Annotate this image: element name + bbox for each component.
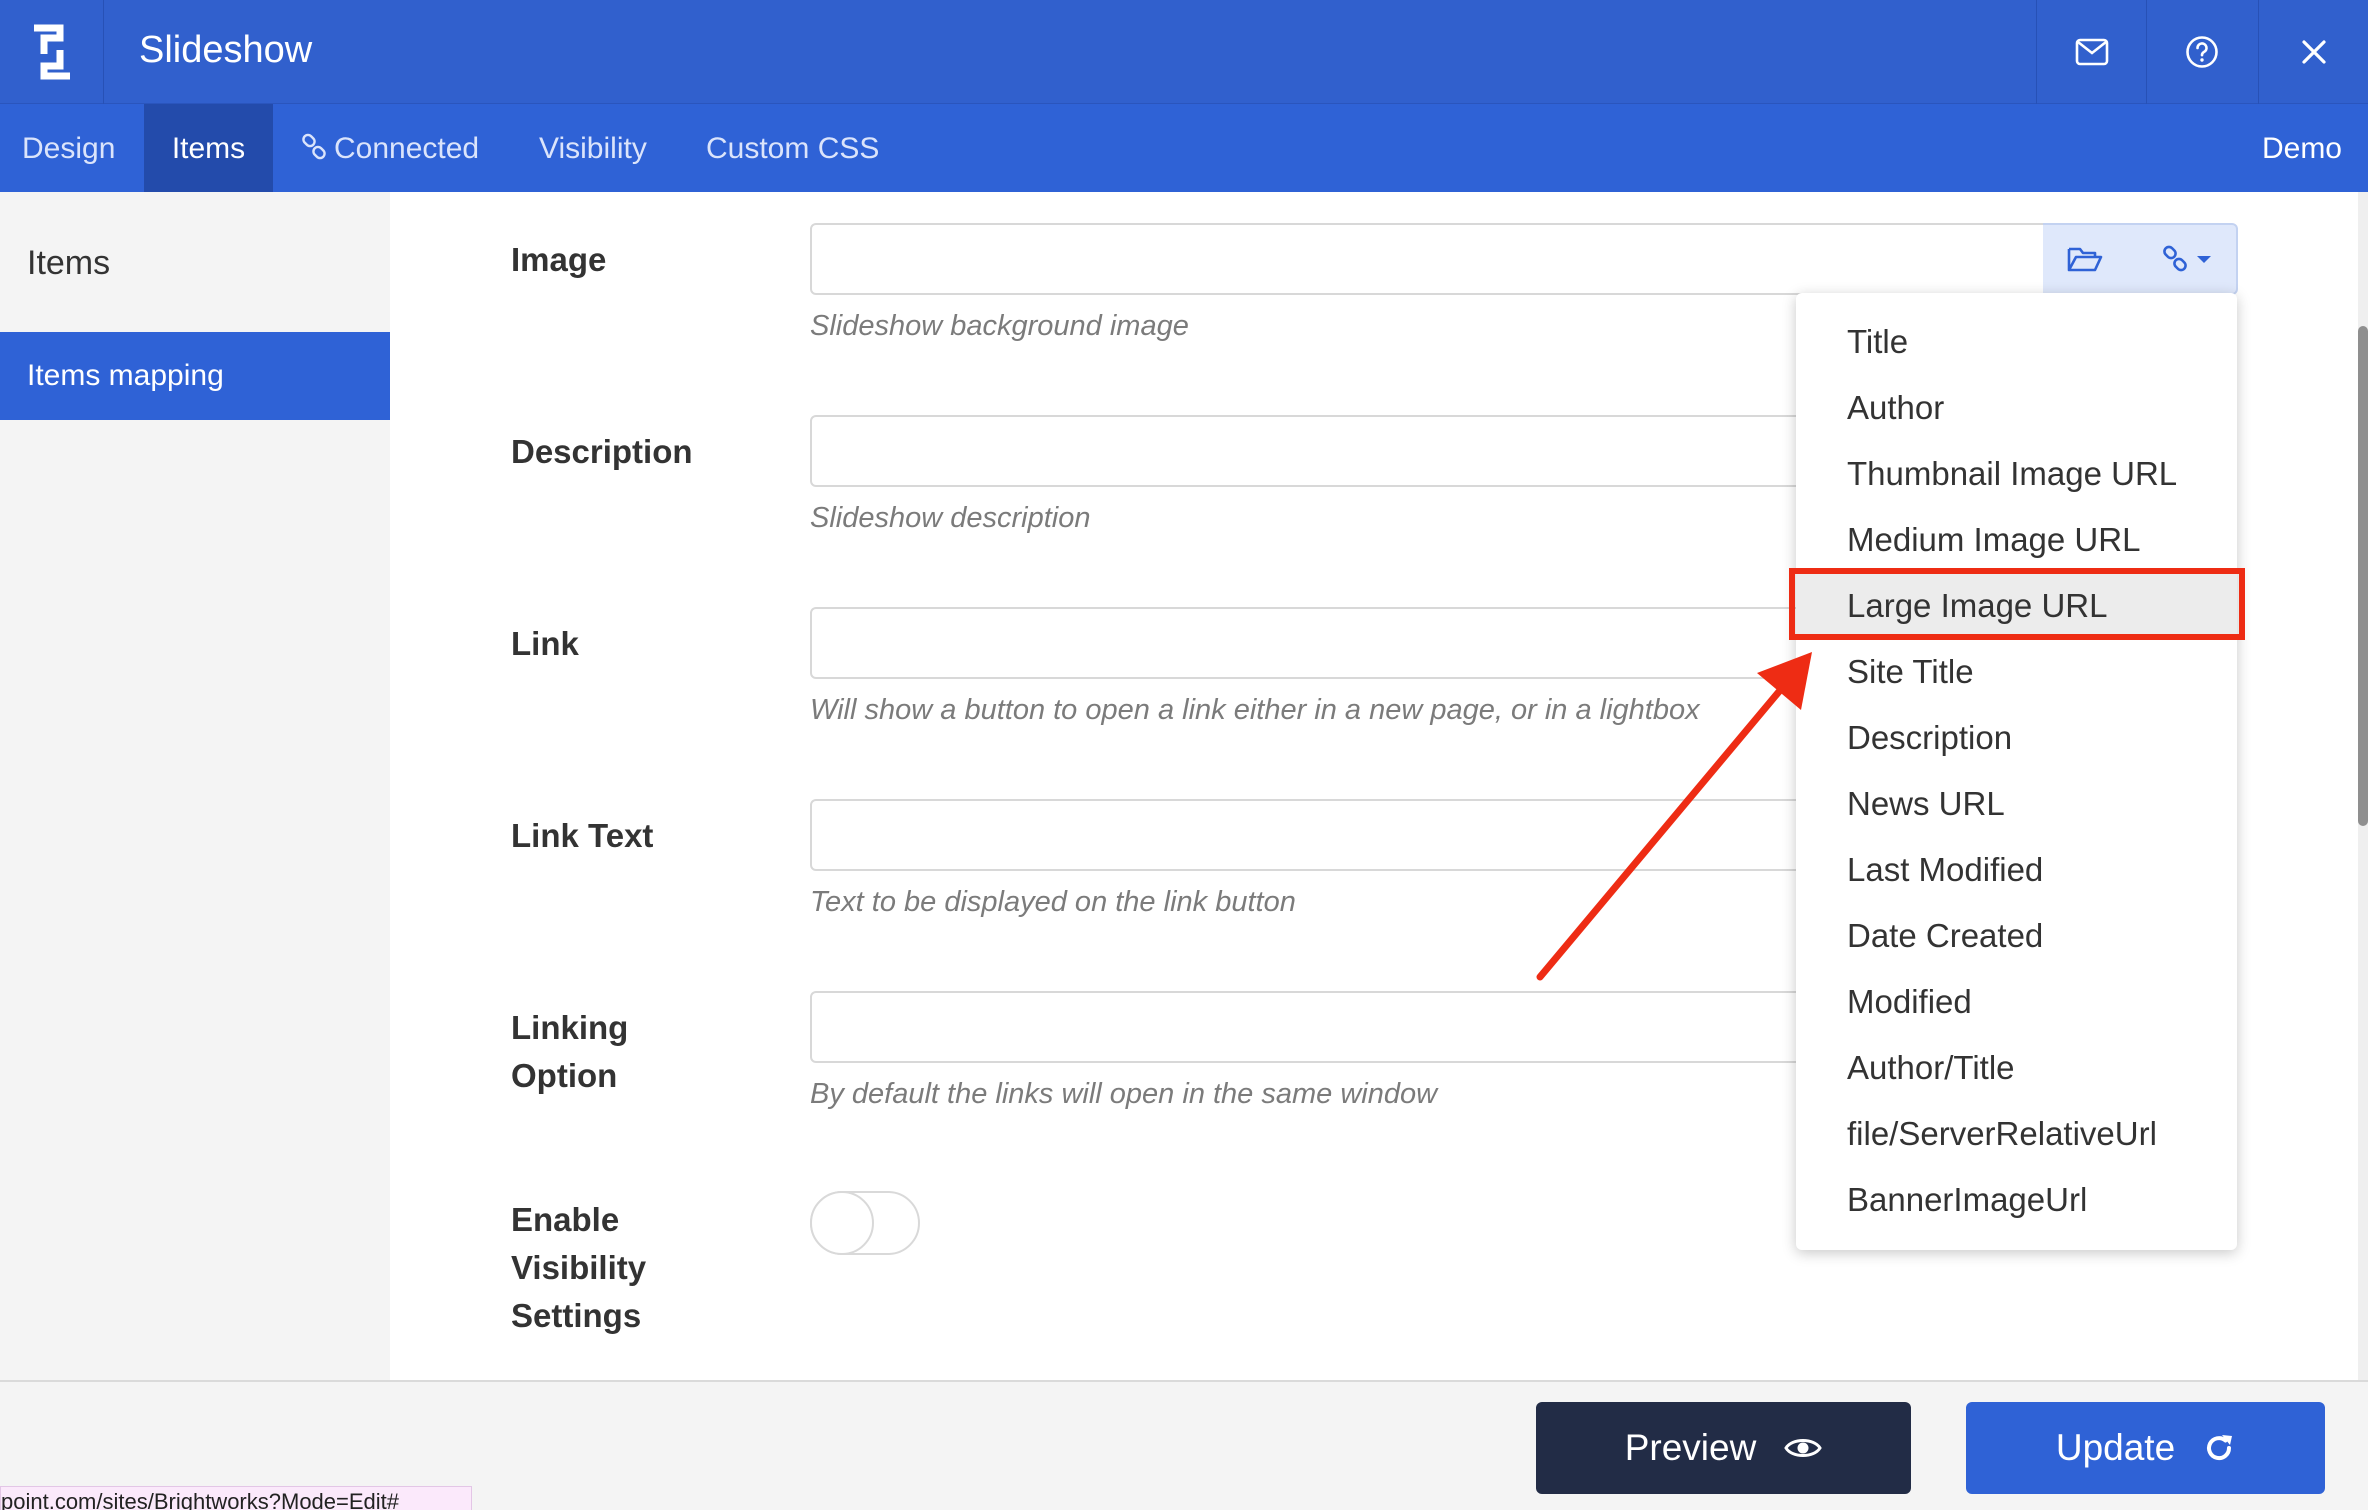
close-button[interactable]	[2258, 0, 2368, 104]
dropdown-item-author-title[interactable]: Author/Title	[1796, 1035, 2237, 1101]
preview-button[interactable]: Preview	[1536, 1402, 1911, 1494]
sidebar: Items Items mapping	[0, 192, 390, 1380]
tab-connected-label: Connected	[334, 132, 480, 165]
annotation-highlight-box	[1789, 568, 2245, 640]
link-help: Will show a button to open a link either…	[810, 694, 1700, 726]
folder-open-icon	[2067, 247, 2103, 272]
sidebar-item-items-mapping[interactable]: Items mapping	[0, 332, 390, 420]
description-label: Description	[511, 433, 693, 470]
dropdown-item-title[interactable]: Title	[1796, 309, 2237, 375]
dropdown-item-thumbnail-image-url[interactable]: Thumbnail Image URL	[1796, 441, 2237, 507]
visibility-toggle[interactable]	[810, 1191, 920, 1255]
help-circle-icon	[2185, 36, 2218, 68]
scrollbar[interactable]	[2358, 192, 2368, 1380]
dropdown-item-news-url[interactable]: News URL	[1796, 771, 2237, 837]
link-text-label: Link Text	[511, 817, 654, 854]
visibility-label-line2: Visibility	[511, 1249, 647, 1286]
link-icon	[2163, 245, 2187, 272]
browse-button[interactable]	[2043, 225, 2127, 293]
dropdown-item-file-server-relative-url[interactable]: file/ServerRelativeUrl	[1796, 1101, 2237, 1167]
visibility-settings-label: Enable Visibility Settings	[511, 1196, 751, 1340]
app-title: Slideshow	[139, 29, 313, 71]
tab-custom-css[interactable]: Custom CSS	[706, 104, 879, 192]
tab-design[interactable]: Design	[0, 104, 144, 192]
caret-down-icon	[2197, 256, 2211, 263]
refresh-icon	[2207, 1435, 2233, 1461]
linking-option-help: By default the links will open in the sa…	[810, 1078, 1438, 1110]
tab-connected[interactable]: Connected	[300, 104, 479, 192]
visibility-label-line1: Enable	[511, 1201, 620, 1238]
status-bar-url: point.com/sites/Brightworks?Mode=Edit#	[0, 1486, 472, 1510]
app-logo-icon	[0, 0, 104, 104]
scrollbar-thumb[interactable]	[2358, 326, 2368, 826]
dropdown-item-banner-image-url[interactable]: BannerImageUrl	[1796, 1167, 2237, 1233]
linking-option-label: Linking Option	[511, 1004, 751, 1100]
link-text-help: Text to be displayed on the link button	[810, 886, 1296, 918]
tab-items[interactable]: Items	[144, 104, 273, 192]
image-button-group	[2043, 223, 2238, 295]
update-label: Update	[2055, 1427, 2176, 1468]
dropdown-item-last-modified[interactable]: Last Modified	[1796, 837, 2237, 903]
help-button[interactable]	[2146, 0, 2256, 104]
tab-bar: Design Items Connected Visibility Custom…	[0, 104, 2368, 192]
eye-icon	[1784, 1439, 1823, 1457]
mail-icon	[2075, 38, 2108, 66]
field-dropdown-menu: Title Author Thumbnail Image URL Medium …	[1796, 293, 2237, 1250]
dropdown-item-date-created[interactable]: Date Created	[1796, 903, 2237, 969]
image-help: Slideshow background image	[810, 310, 1189, 342]
toggle-knob	[810, 1191, 874, 1255]
mail-button[interactable]	[2036, 0, 2146, 104]
image-input[interactable]	[810, 223, 2045, 295]
sidebar-heading: Items	[27, 244, 111, 282]
tab-visibility[interactable]: Visibility	[539, 104, 647, 192]
dropdown-item-medium-image-url[interactable]: Medium Image URL	[1796, 507, 2237, 573]
description-help: Slideshow description	[810, 502, 1091, 534]
update-button[interactable]: Update	[1966, 1402, 2325, 1494]
link-label: Link	[511, 625, 579, 662]
dropdown-item-modified[interactable]: Modified	[1796, 969, 2237, 1035]
link-icon	[302, 133, 326, 160]
dropdown-item-site-title[interactable]: Site Title	[1796, 639, 2237, 705]
close-icon	[2301, 40, 2326, 64]
header-bar: Slideshow	[0, 0, 2368, 104]
visibility-label-line3: Settings	[511, 1297, 642, 1334]
demo-link[interactable]: Demo	[2262, 104, 2342, 192]
connect-field-dropdown-button[interactable]	[2137, 225, 2237, 293]
linking-option-label-line2: Option	[511, 1057, 618, 1094]
linking-option-label-line1: Linking	[511, 1009, 629, 1046]
preview-label: Preview	[1624, 1427, 1757, 1468]
image-label: Image	[511, 241, 607, 278]
dropdown-item-author[interactable]: Author	[1796, 375, 2237, 441]
dropdown-item-description[interactable]: Description	[1796, 705, 2237, 771]
